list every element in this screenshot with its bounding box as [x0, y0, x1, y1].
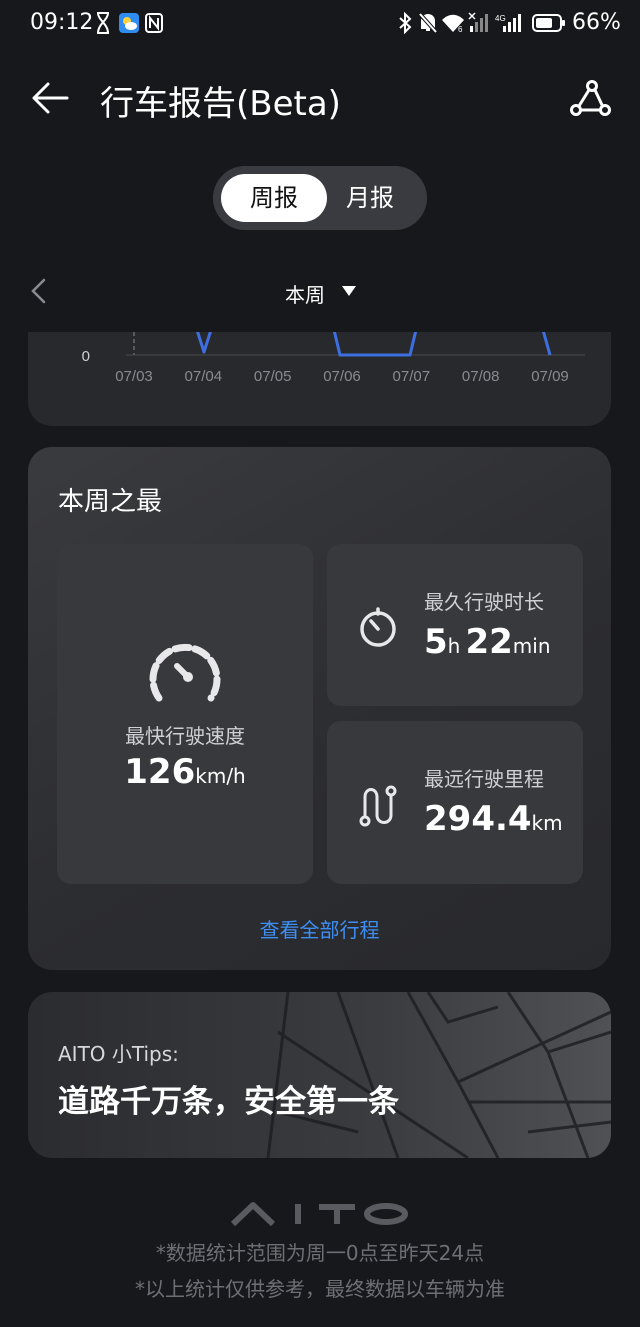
tips-card: AITO 小Tips: 道路千万条，安全第一条 — [28, 992, 611, 1158]
tips-text: 道路千万条，安全第一条 — [58, 1084, 399, 1120]
weekly-line-chart: 0 07/03 07/04 07/05 07/06 07/07 07/08 07/09 — [82, 332, 585, 385]
signal-4g-icon: 4G — [495, 14, 521, 32]
longest-distance-label: 最远行驶里程 — [424, 767, 544, 791]
footnote-data-range: *数据统计范围为周一0点至昨天24点 — [155, 1241, 485, 1265]
battery-icon — [532, 14, 565, 32]
x-tick-label: 07/06 — [323, 368, 361, 385]
distance-unit: km — [531, 811, 563, 835]
distance-number: 294.4 — [424, 799, 532, 839]
weather-icon — [119, 13, 139, 33]
x-tick-label: 07/08 — [462, 368, 500, 385]
svg-text:4G: 4G — [495, 14, 506, 23]
duration-hours-unit: h — [447, 634, 461, 658]
x-tick-label: 07/04 — [185, 368, 223, 385]
fastest-speed-tile: 最快行驶速度 126km/h — [57, 544, 313, 884]
speedometer-icon — [149, 643, 221, 702]
longest-duration-label: 最久行驶时长 — [424, 590, 544, 614]
hourglass-icon — [97, 12, 109, 34]
chevron-left-icon[interactable] — [30, 278, 48, 304]
battery-percentage: 66% — [572, 10, 621, 35]
timer-icon — [360, 607, 396, 647]
fastest-speed-label: 最快行驶速度 — [125, 724, 245, 748]
longest-distance-value: 294.4km — [424, 799, 563, 839]
status-time: 09:12 — [30, 10, 94, 35]
route-icon — [359, 785, 397, 827]
map-background-graphic — [266, 992, 611, 1158]
duration-minutes: 22 — [465, 622, 513, 662]
y-tick-label: 0 — [82, 348, 90, 365]
caret-down-icon[interactable] — [342, 286, 356, 296]
x-tick-label: 07/05 — [254, 368, 292, 385]
longest-distance-tile: 最远行驶里程 294.4km — [327, 721, 583, 884]
tab-weekly[interactable]: 周报 — [221, 174, 327, 222]
longest-duration-tile: 最久行驶时长 5h 22min — [327, 544, 583, 706]
best-of-week-title: 本周之最 — [58, 487, 163, 517]
signal-icon — [468, 12, 488, 32]
x-tick-label: 07/09 — [531, 368, 569, 385]
fastest-speed-unit: km/h — [195, 764, 246, 788]
tab-monthly[interactable]: 月报 — [317, 174, 423, 222]
x-tick-label: 07/07 — [393, 368, 431, 385]
x-tick-label: 07/03 — [115, 368, 153, 385]
arrow-left-icon[interactable] — [30, 80, 70, 116]
aito-logo — [231, 1202, 408, 1226]
share-icon[interactable] — [568, 78, 612, 118]
tips-caption: AITO 小Tips: — [58, 1042, 179, 1066]
page-title: 行车报告(Beta) — [100, 84, 341, 124]
wifi-icon: 6 — [442, 14, 464, 34]
series-line-segment — [196, 332, 212, 354]
weekly-chart-card: 0 07/03 07/04 07/05 07/06 07/07 07/08 07/09 — [28, 332, 611, 426]
fastest-speed-number: 126 — [124, 752, 196, 792]
period-dropdown[interactable]: 本周 — [285, 279, 325, 308]
bell-off-icon — [418, 12, 438, 34]
driving-report-screen: 09:12 6 4G 66% 行车报告(Beta) 周报 月报 本周 0 07/… — [0, 0, 640, 1327]
view-all-trips-link[interactable]: 查看全部行程 — [28, 914, 611, 943]
fastest-speed-value: 126km/h — [57, 752, 313, 792]
series-line-segment — [542, 332, 552, 356]
svg-text:6: 6 — [458, 25, 463, 34]
duration-minutes-unit: min — [512, 634, 551, 658]
nfc-icon — [145, 13, 163, 33]
best-of-week-card: 本周之最 最快行驶速度 126km/h 最久行驶时长 5h 22min 最远行驶… — [28, 447, 611, 970]
footnote-disclaimer: *以上统计仅供参考，最终数据以车辆为准 — [135, 1277, 505, 1301]
bluetooth-icon — [399, 12, 412, 34]
status-bar: 09:12 6 4G 66% — [0, 0, 640, 50]
duration-hours: 5 — [424, 622, 448, 662]
series-line-segment — [332, 332, 418, 357]
longest-duration-value: 5h 22min — [424, 622, 551, 662]
report-type-segment: 周报 月报 — [213, 166, 427, 230]
